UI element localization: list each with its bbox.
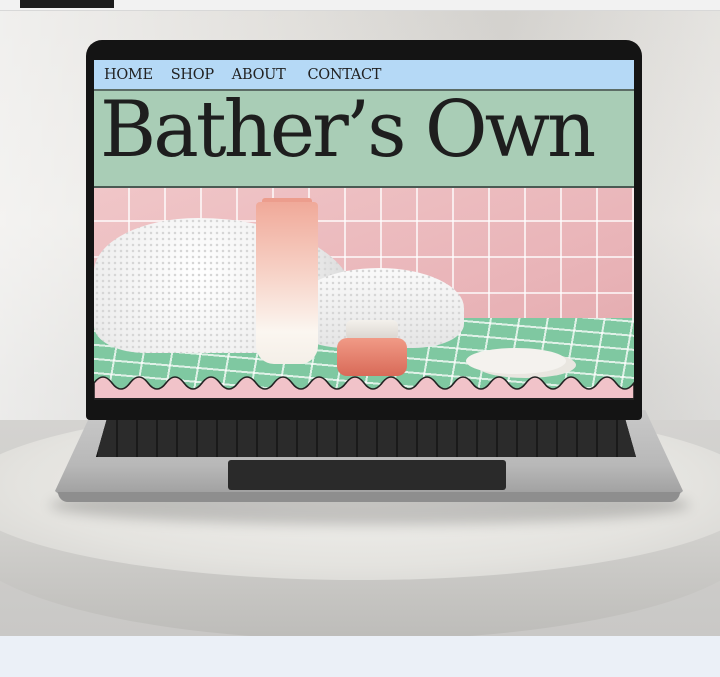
nav-shop-link[interactable]: SHOP xyxy=(171,67,214,83)
nav-about-link[interactable]: ABOUT xyxy=(232,67,286,83)
screen-bottom-edge xyxy=(94,398,634,400)
laptop-trackpad xyxy=(228,460,506,490)
laptop-keyboard xyxy=(96,419,636,457)
page-footer-area xyxy=(0,636,720,677)
laptop-front-lip xyxy=(58,492,680,502)
scalloped-wave-border xyxy=(94,376,634,400)
nav-home-link[interactable]: HOME xyxy=(104,67,153,83)
jar-lid xyxy=(346,320,398,340)
nav-contact-link[interactable]: CONTACT xyxy=(307,67,381,83)
top-tab-indicator xyxy=(20,0,114,8)
brand-banner: Bather’s Own xyxy=(94,85,634,188)
hero-product-photo xyxy=(94,188,634,400)
top-strip xyxy=(0,0,720,11)
brand-logo-text[interactable]: Bather’s Own xyxy=(100,85,596,175)
cream-tube xyxy=(256,202,318,364)
laptop-screen: HOME SHOP ABOUT CONTACT Bather’s Own xyxy=(94,60,634,400)
product-photo-scene: HOME SHOP ABOUT CONTACT Bather’s Own xyxy=(0,0,720,636)
